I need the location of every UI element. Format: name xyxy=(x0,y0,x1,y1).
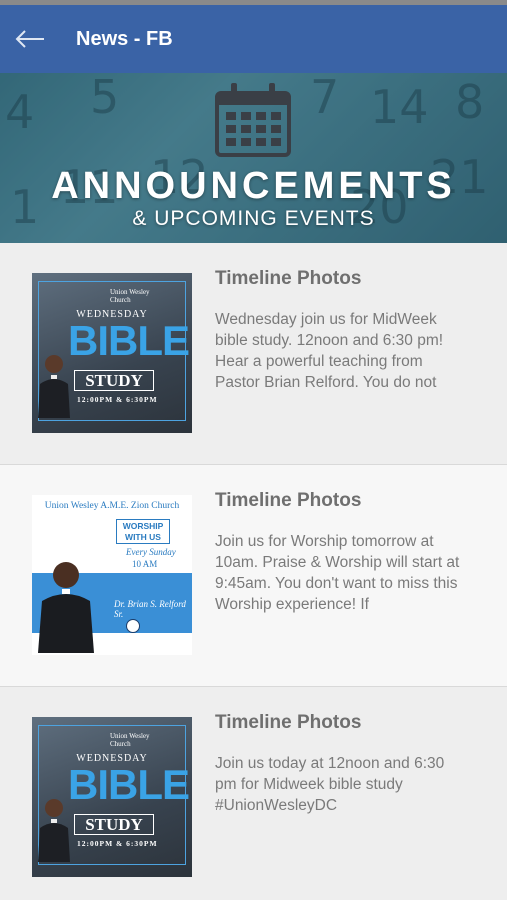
flyer-box-line2: WITH US xyxy=(125,532,161,542)
flyer-time: 12:00PM & 6:30PM xyxy=(77,395,158,404)
app-title: News - FB xyxy=(76,27,173,50)
post-thumbnail[interactable]: Union Wesley A.M.E. Zion Church WORSHIP … xyxy=(32,495,192,655)
flyer-signature: Dr. Brian S. Relford Sr. xyxy=(114,599,186,619)
flyer-box-line1: WORSHIP xyxy=(122,521,164,531)
flyer-every-sunday: Every Sunday xyxy=(126,547,176,557)
post-text: Wednesday join us for MidWeek bible stud… xyxy=(215,311,444,391)
flyer-boxed-text: STUDY xyxy=(74,814,154,835)
banner-subtitle: & UPCOMING EVENTS xyxy=(132,207,375,230)
back-button[interactable] xyxy=(0,5,60,73)
flyer-church-name: Union Wesley Church xyxy=(110,288,150,304)
worship-flyer: Union Wesley A.M.E. Zion Church WORSHIP … xyxy=(32,495,192,655)
post-thumbnail[interactable]: Union Wesley Church WEDNESDAY BIBLE STUD… xyxy=(32,273,192,433)
news-feed: Union Wesley Church WEDNESDAY BIBLE STUD… xyxy=(0,243,507,900)
church-seal-icon xyxy=(126,619,140,633)
post-title: Timeline Photos xyxy=(215,268,362,289)
bible-study-flyer: Union Wesley Church WEDNESDAY BIBLE STUD… xyxy=(32,273,192,433)
post-text: Join us for Worship tomorrow at 10am. Pr… xyxy=(215,533,460,613)
flyer-worship-box: WORSHIP WITH US xyxy=(116,519,170,544)
flyer-big-text: BIBLE xyxy=(68,317,190,364)
announcements-banner: 4 5 1 11 12 7 14 21 20 8 ANNOUNCEMENTS &… xyxy=(0,73,507,243)
flyer-church-line2: Church xyxy=(110,740,131,748)
app-bar: News - FB xyxy=(0,5,507,73)
flyer-big-text: BIBLE xyxy=(68,761,190,808)
feed-item[interactable]: Union Wesley Church WEDNESDAY BIBLE STUD… xyxy=(0,687,507,900)
flyer-church-name: Union Wesley A.M.E. Zion Church xyxy=(44,501,180,511)
banner-title: ANNOUNCEMENTS xyxy=(51,165,456,207)
pastor-photo xyxy=(38,562,94,653)
arrow-left-icon xyxy=(15,30,44,48)
post-title: Timeline Photos xyxy=(215,712,362,733)
post-text: Join us today at 12noon and 6:30 pm for … xyxy=(215,755,445,814)
flyer-church-line1: Union Wesley xyxy=(110,732,150,740)
flyer-time: 10 AM xyxy=(132,559,158,569)
feed-item[interactable]: Union Wesley A.M.E. Zion Church WORSHIP … xyxy=(0,465,507,687)
bible-study-flyer: Union Wesley Church WEDNESDAY BIBLE STUD… xyxy=(32,717,192,877)
pastor-photo xyxy=(38,799,70,862)
feed-item[interactable]: Union Wesley Church WEDNESDAY BIBLE STUD… xyxy=(0,243,507,465)
flyer-time: 12:00PM & 6:30PM xyxy=(77,839,158,848)
flyer-church-line2: Church xyxy=(110,296,131,304)
post-thumbnail[interactable]: Union Wesley Church WEDNESDAY BIBLE STUD… xyxy=(32,717,192,877)
calendar-icon xyxy=(215,83,291,157)
pastor-photo xyxy=(38,355,70,418)
post-title: Timeline Photos xyxy=(215,490,362,511)
flyer-church-line1: Union Wesley xyxy=(110,288,150,296)
flyer-boxed-text: STUDY xyxy=(74,370,154,391)
flyer-church-name: Union Wesley Church xyxy=(110,732,150,748)
